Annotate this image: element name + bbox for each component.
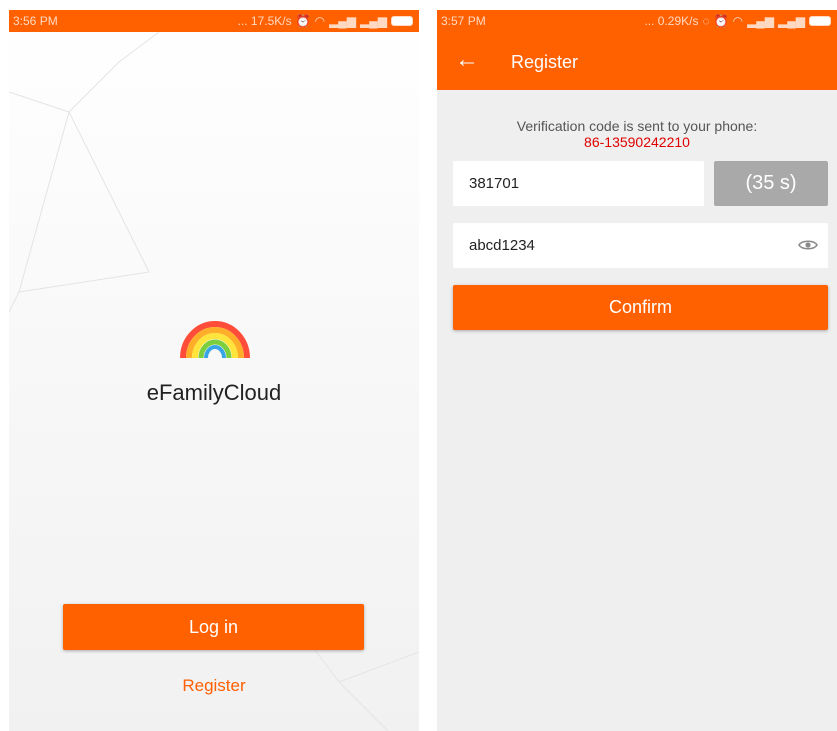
status-time: 3:56 PM	[13, 14, 58, 28]
app-logo	[180, 321, 250, 359]
back-arrow-icon[interactable]: ←	[455, 46, 479, 74]
signal-icon: ▂▄▆	[360, 14, 387, 28]
register-link[interactable]: Register	[9, 676, 419, 696]
signal-icon: ▂▄▆	[329, 14, 357, 28]
verification-message: Verification code is sent to your phone:…	[437, 118, 837, 150]
alarm-icon: ⏰	[295, 14, 311, 28]
verification-code-input[interactable]	[453, 161, 704, 206]
page-title: Register	[511, 52, 579, 72]
status-bar: 3:57 PM ... 0.29K/s ◌ ⏰ ◠ ▂▄▆ ▂▄▆	[437, 10, 837, 32]
password-input[interactable]	[453, 223, 828, 268]
show-password-eye-icon[interactable]	[798, 238, 818, 252]
app-bar: ← Register	[437, 32, 837, 90]
status-bar: 3:56 PM ... 17.5K/s ⏰ ◠ ▂▄▆ ▂▄▆	[9, 10, 419, 32]
confirm-button[interactable]: Confirm	[453, 285, 828, 330]
resend-code-button[interactable]: (35 s)	[714, 161, 828, 206]
signal-icon: ▂▄▆	[778, 14, 805, 28]
status-time: 3:57 PM	[441, 14, 486, 28]
wifi-icon: ◠	[314, 14, 326, 28]
battery-icon	[391, 16, 413, 26]
signal-icon: ▂▄▆	[747, 14, 775, 28]
status-icons: ... 0.29K/s ◌ ⏰ ◠ ▂▄▆ ▂▄▆	[644, 14, 831, 28]
app-name: eFamilyCloud	[146, 380, 282, 405]
register-screen: 3:57 PM ... 0.29K/s ◌ ⏰ ◠ ▂▄▆ ▂▄▆ ← Regi…	[437, 10, 837, 731]
phone-number: 86-13590242210	[584, 134, 690, 150]
alarm-icon: ⏰	[713, 14, 729, 28]
net-speed: ... 0.29K/s	[644, 14, 699, 28]
battery-icon	[809, 16, 831, 26]
login-button[interactable]: Log in	[63, 604, 364, 650]
sync-icon: ◌	[702, 14, 710, 28]
net-speed: ... 17.5K/s	[237, 14, 292, 28]
wifi-icon: ◠	[732, 14, 744, 28]
verification-text: Verification code is sent to your phone:	[516, 118, 758, 134]
status-icons: ... 17.5K/s ⏰ ◠ ▂▄▆ ▂▄▆	[238, 14, 413, 28]
login-screen: 3:56 PM ... 17.5K/s ⏰ ◠ ▂▄▆ ▂▄▆ eFamilyC…	[9, 10, 419, 731]
